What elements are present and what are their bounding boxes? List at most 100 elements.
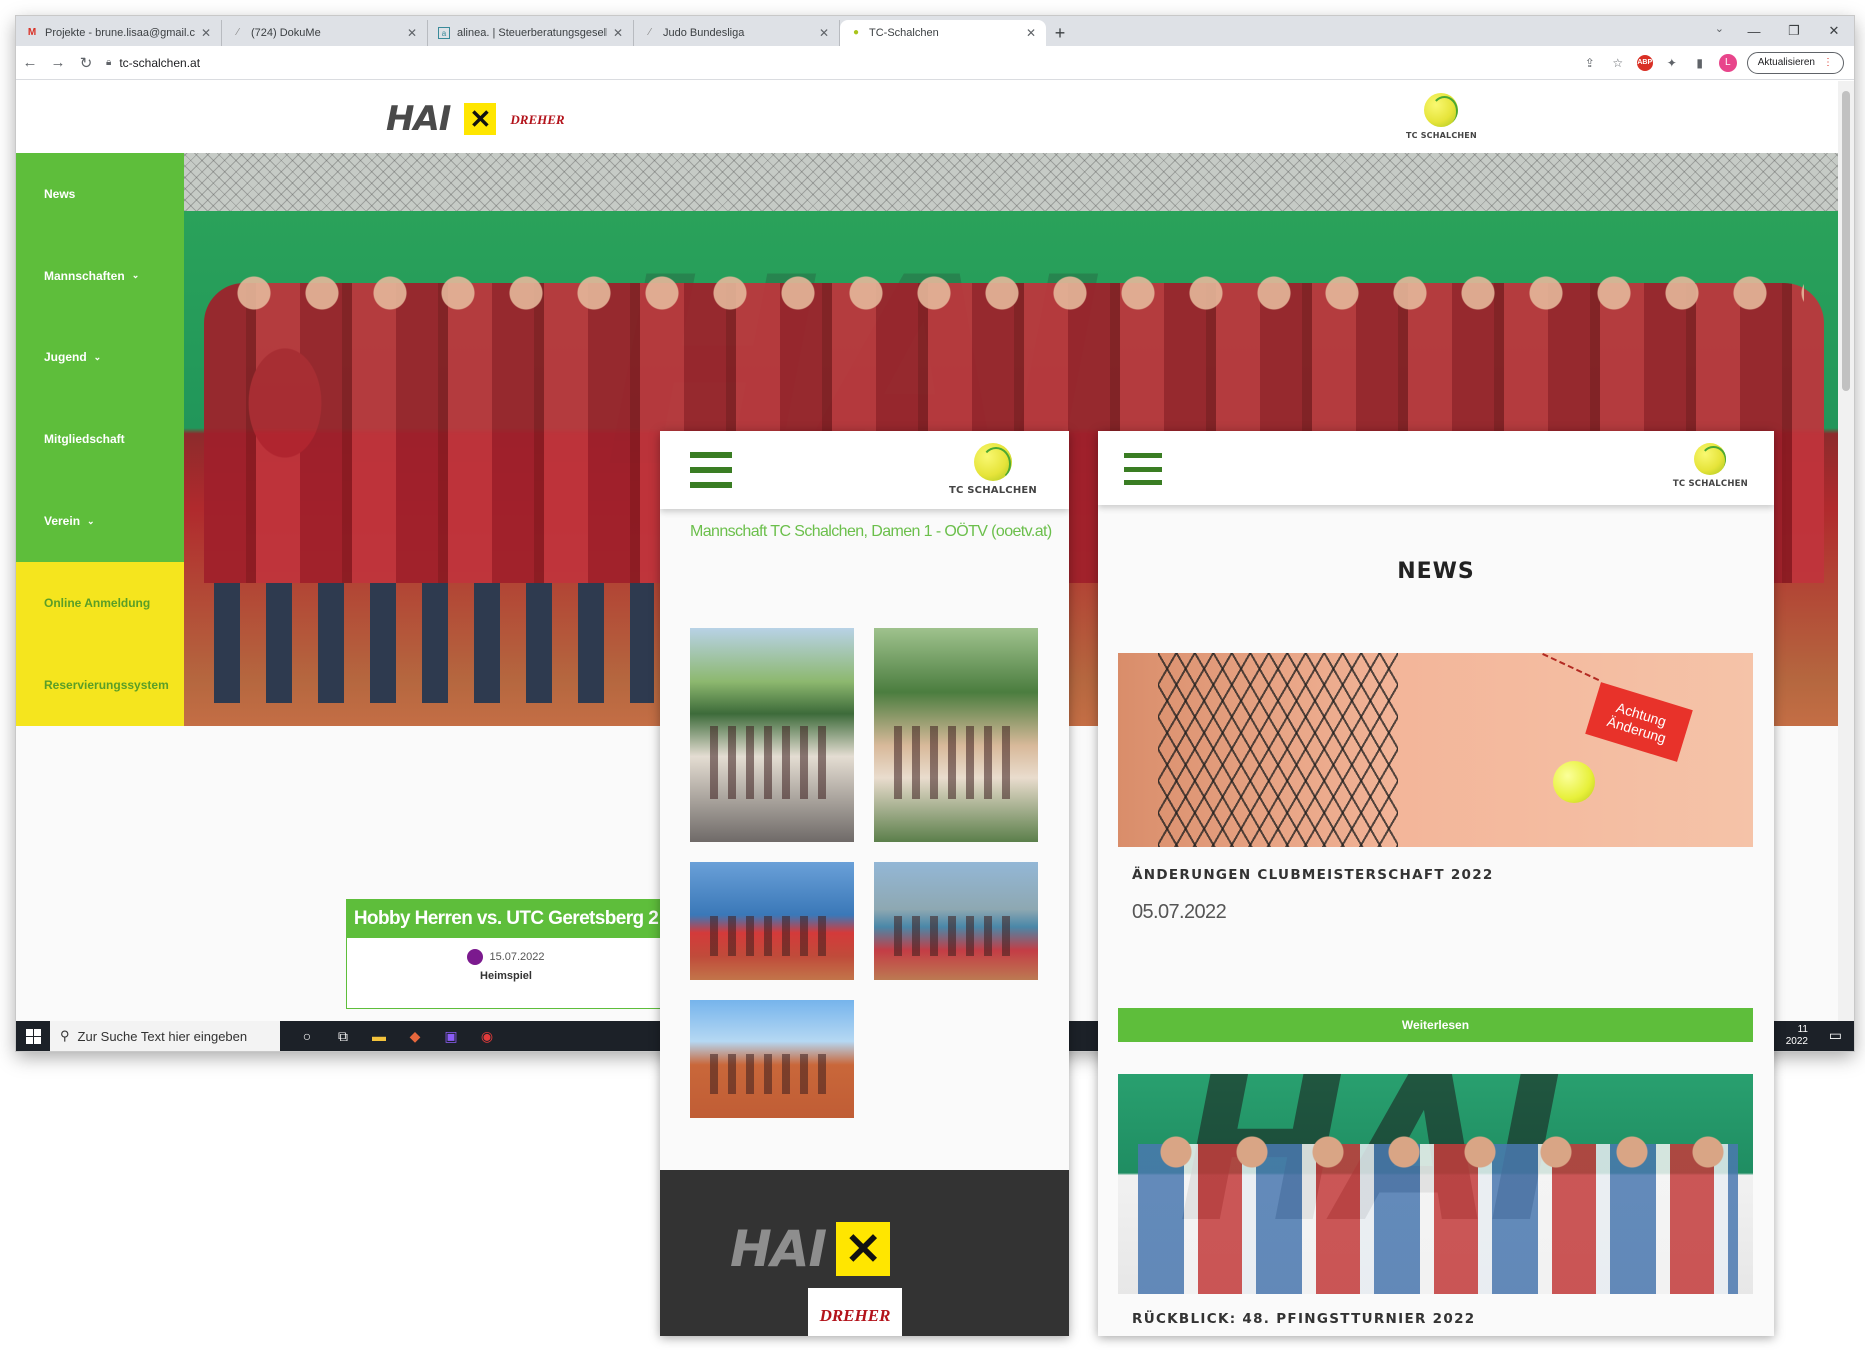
nav-verein[interactable]: Verein ⌄ (16, 480, 184, 562)
gmail-icon: M (27, 27, 37, 38)
match-type: Heimspiel (480, 970, 532, 982)
nav-mannschaften[interactable]: Mannschaften ⌄ (16, 234, 184, 317)
gallery-photo[interactable] (874, 628, 1038, 842)
nav-label: Reservierungssystem (44, 677, 169, 692)
raiffeisen-logo[interactable]: ✕ (836, 1222, 891, 1276)
tab-tc-schalchen[interactable]: ● TC-Schalchen ✕ (840, 20, 1046, 46)
lock-icon[interactable]: 🔒︎ (106, 57, 111, 68)
club-logo[interactable]: TC SCHALCHEN (1406, 93, 1477, 140)
gallery-photo[interactable] (690, 628, 854, 842)
taskbar-search[interactable]: ⚲ Zur Suche Text hier eingeben (50, 1021, 280, 1051)
close-window-icon[interactable]: ✕ (1814, 16, 1854, 46)
club-logo[interactable]: TC SCHALCHEN (949, 443, 1037, 496)
file-explorer-icon[interactable]: ▬ (368, 1025, 390, 1047)
close-icon[interactable]: ✕ (1026, 26, 1036, 40)
close-icon[interactable]: ✕ (201, 26, 211, 40)
news-heading: NEWS (1397, 559, 1475, 584)
mobile-header: TC SCHALCHEN (660, 431, 1069, 509)
team-badge-icon (467, 949, 484, 965)
tab-title: (724) DokuMe (251, 27, 321, 39)
close-icon[interactable]: ✕ (613, 26, 623, 40)
hamburger-menu-icon[interactable] (1124, 453, 1162, 485)
nav-reservierungssystem[interactable]: Reservierungssystem (16, 643, 184, 726)
photo-gallery (690, 628, 1038, 1118)
back-icon[interactable]: ← (16, 49, 44, 77)
new-tab-button[interactable]: + (1046, 20, 1074, 46)
tag-string (1524, 653, 1600, 720)
update-button[interactable]: Aktualisieren ⋮ (1746, 51, 1844, 74)
share-icon[interactable]: ⇪ (1581, 54, 1599, 72)
kebab-menu-icon: ⋮ (1823, 57, 1833, 68)
page-scrollbar[interactable] (1838, 81, 1854, 1021)
notification-icon[interactable]: ▭ (1829, 1027, 1842, 1044)
tab-strip: M Projekte - brune.lisaa@gmail.com ✕ ⁄ (… (16, 16, 1854, 46)
clock-time: 11 (1797, 1024, 1808, 1035)
start-button[interactable] (16, 1021, 50, 1051)
tab-dokume[interactable]: ⁄ (724) DokuMe ✕ (222, 20, 428, 46)
dreher-logo-text: DREHER (819, 1305, 891, 1325)
dreher-logo[interactable]: DREHER (808, 1288, 902, 1336)
side-panel-icon[interactable]: ▮ (1691, 54, 1709, 72)
match-card[interactable]: Hobby Herren vs. UTC Geretsberg 2 15.07.… (346, 899, 666, 1009)
task-view-icon[interactable]: ⧉ (332, 1025, 354, 1047)
profile-avatar[interactable]: L (1718, 53, 1737, 72)
bookmark-star-icon[interactable]: ☆ (1609, 54, 1627, 72)
forward-icon[interactable]: → (44, 49, 72, 77)
tennis-ball-icon (1553, 761, 1595, 803)
restore-icon[interactable]: ❐ (1774, 16, 1814, 46)
hamburger-menu-icon[interactable] (690, 452, 732, 488)
close-icon[interactable]: ✕ (407, 26, 417, 40)
search-icon: ⚲ (60, 1028, 70, 1043)
gallery-photo[interactable] (690, 1000, 854, 1118)
reload-icon[interactable]: ↻ (72, 49, 100, 77)
match-date-row: 15.07.2022 (347, 949, 665, 965)
clock-date: 2022 (1785, 1036, 1808, 1047)
article-title[interactable]: RÜCKBLICK: 48. PFINGSTTURNIER 2022 (1132, 1311, 1475, 1327)
article-image[interactable]: HAI (1118, 1074, 1753, 1294)
nav-news[interactable]: News (16, 153, 184, 235)
tab-title: TC-Schalchen (869, 27, 939, 39)
tab-title: alinea. | Steuerberatungsgesellschaft (457, 27, 607, 39)
dreher-logo[interactable]: DREHER (510, 113, 564, 126)
nav-jugend[interactable]: Jugend ⌄ (16, 316, 184, 399)
article-image[interactable]: Achtung Änderung (1118, 653, 1753, 847)
gallery-photo[interactable] (690, 862, 854, 980)
app-icon[interactable]: ◆ (404, 1025, 426, 1047)
extensions-icon[interactable]: ✦ (1663, 54, 1681, 72)
tab-alinea[interactable]: a alinea. | Steuerberatungsgesellschaft … (428, 20, 634, 46)
tab-gmail[interactable]: M Projekte - brune.lisaa@gmail.com ✕ (16, 20, 222, 46)
team-legs (214, 583, 654, 703)
site-header: HAI ✕ DREHER TC SCHALCHEN (16, 81, 1838, 153)
team-link[interactable]: Mannschaft TC Schalchen, Damen 1 - OÖTV … (690, 523, 1052, 541)
club-logo[interactable]: TC SCHALCHEN (1673, 443, 1748, 489)
cortana-icon[interactable]: ○ (296, 1025, 318, 1047)
adblock-icon[interactable]: ABP (1636, 54, 1653, 71)
fence (184, 153, 1838, 211)
photo-people (709, 1054, 835, 1095)
raiffeisen-logo[interactable]: ✕ (464, 103, 497, 135)
group-faces (1148, 1132, 1738, 1172)
article-title[interactable]: ÄNDERUNGEN CLUBMEISTERSCHAFT 2022 (1132, 867, 1494, 883)
app-icon[interactable]: ◉ (476, 1025, 498, 1047)
tab-search-icon[interactable]: ⌄ (1715, 22, 1724, 35)
hai-logo[interactable]: HAI (730, 1220, 827, 1278)
address-bar[interactable]: 🔒︎ tc-schalchen.at (106, 50, 1581, 76)
hai-logo[interactable]: HAI (386, 99, 451, 139)
mobile-footer: HAI ✕ DREHER (660, 1170, 1069, 1336)
taskbar-apps: ○ ⧉ ▬ ◆ ▣ ◉ (296, 1025, 498, 1047)
chevron-down-icon: ⌄ (87, 515, 95, 526)
read-more-button[interactable]: Weiterlesen (1118, 1008, 1753, 1042)
mobile-preview-teams: TC SCHALCHEN Mannschaft TC Schalchen, Da… (660, 431, 1069, 1336)
gallery-photo[interactable] (874, 862, 1038, 980)
close-icon[interactable]: ✕ (819, 26, 829, 40)
taskbar-clock[interactable]: 11 2022 (1786, 1024, 1808, 1048)
mobile-header: TC SCHALCHEN (1098, 431, 1774, 505)
tab-judo[interactable]: ⁄ Judo Bundesliga ✕ (634, 20, 840, 46)
taskbar-search-placeholder: Zur Suche Text hier eingeben (77, 1028, 248, 1044)
scroll-thumb[interactable] (1842, 91, 1850, 391)
window-controls: — ❐ ✕ (1734, 16, 1854, 46)
minimize-icon[interactable]: — (1734, 16, 1774, 46)
nav-mitgliedschaft[interactable]: Mitgliedschaft (16, 398, 184, 481)
app-icon[interactable]: ▣ (440, 1025, 462, 1047)
nav-online-anmeldung[interactable]: Online Anmeldung (16, 561, 184, 644)
